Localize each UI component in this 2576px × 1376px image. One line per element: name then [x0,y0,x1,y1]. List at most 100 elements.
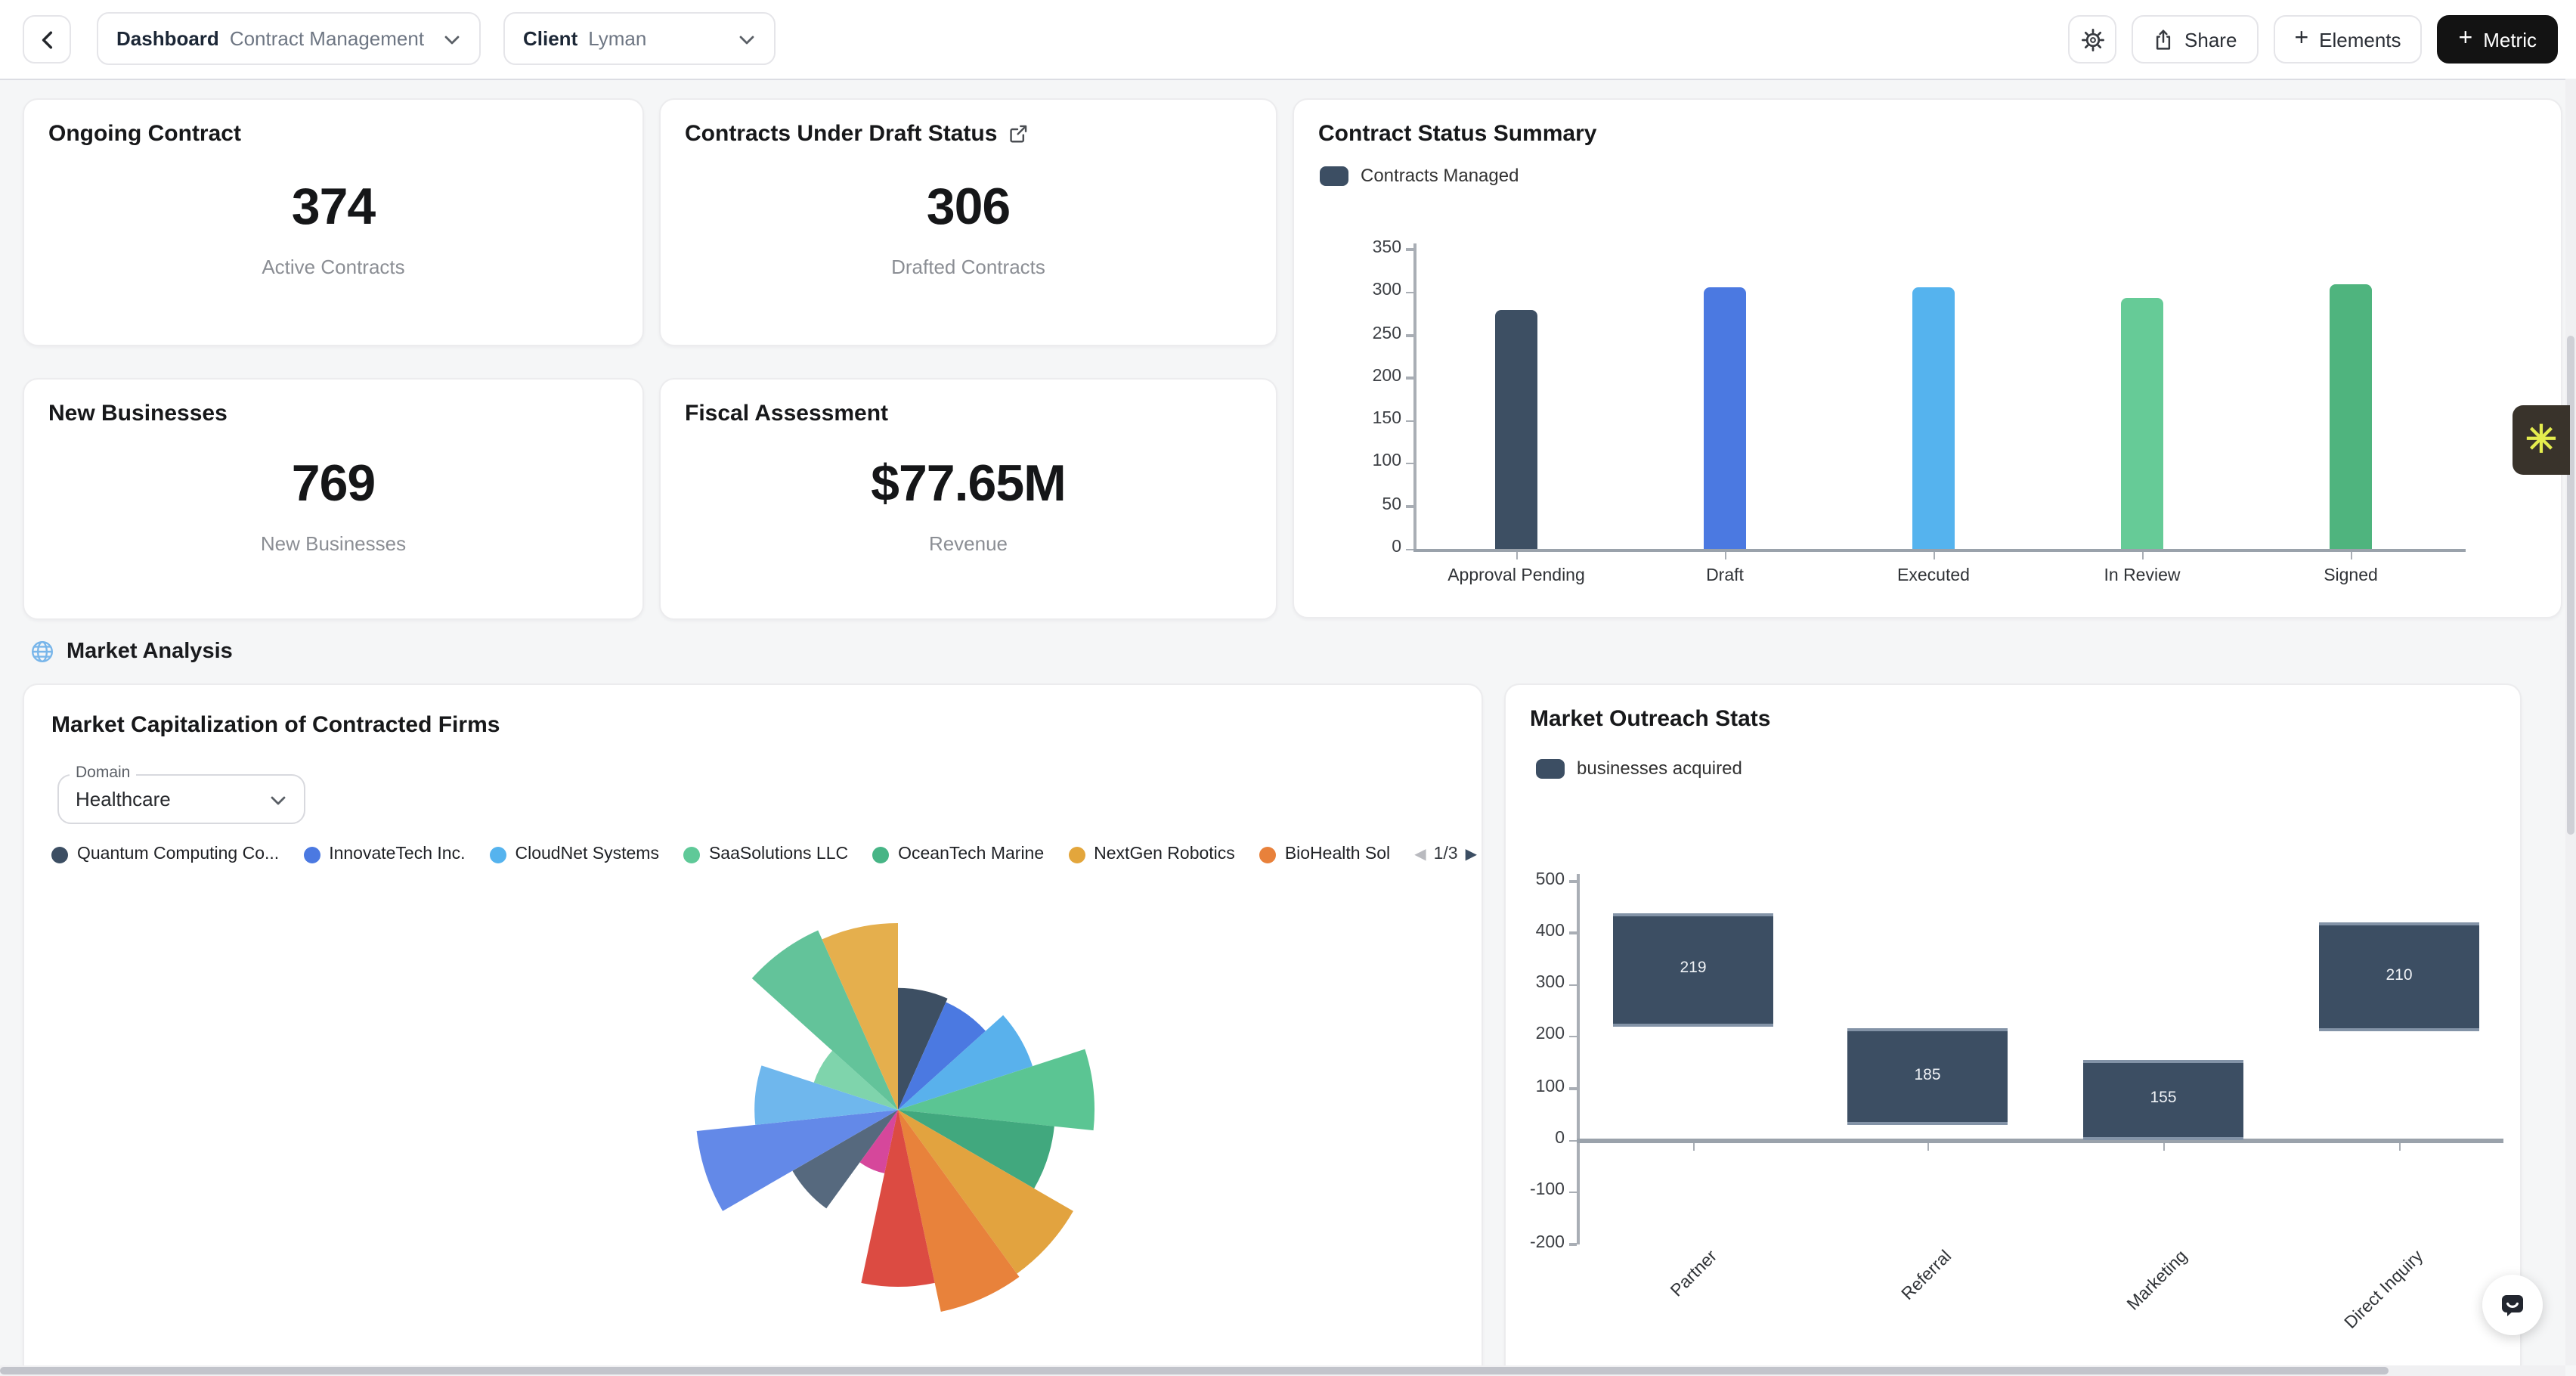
section-market-analysis: Market Analysis [30,640,233,664]
back-button[interactable] [23,15,71,64]
dashboard-main: Ongoing Contract 374 Active Contracts Co… [0,79,2576,1376]
assistant-widget-button[interactable]: ✳ [2513,405,2570,475]
legend-item-saasolutions-llc[interactable]: SaaSolutions LLC [683,845,848,863]
y-tick [1569,1192,1577,1194]
chat-bubble-button[interactable] [2482,1275,2543,1335]
card-contracts-under-draft: Contracts Under Draft Status 306 Drafted… [659,98,1277,346]
y-tick-label: 350 [1350,239,1401,257]
y-tick-label: 200 [1513,1026,1565,1044]
y-tick-label: 400 [1513,922,1565,941]
y-tick [1406,249,1413,251]
vertical-scrollbar [2565,79,2576,1365]
bar-in-review [2121,297,2163,549]
legend-dot [303,846,320,863]
y-tick [1406,463,1413,465]
x-category-label: Partner [1580,1247,1721,1374]
legend-item-label: OceanTech Marine [898,845,1044,863]
y-tick-label: 250 [1350,324,1401,342]
bar-partner: 219 [1613,913,1773,1027]
top-bar: Dashboard Contract Management Client Lym… [0,0,2576,80]
horizontal-scrollbar-thumb[interactable] [0,1367,2389,1374]
dashboard-select-value: Contract Management [230,27,424,50]
topbar-actions: Share + Elements + Metric [2068,15,2558,64]
chart-title: Market Capitalization of Contracted Firm… [51,712,500,738]
client-select[interactable]: Client Lyman [503,12,776,65]
bar-approval-pending [1495,309,1537,549]
chevron-down-icon [443,29,461,48]
y-tick-label: 0 [1350,538,1401,556]
x-category-label: In Review [2036,567,2248,585]
legend-item-biohealth-sol[interactable]: BioHealth Sol [1259,845,1390,863]
external-link-icon[interactable] [1008,124,1027,144]
bar-marketing: 155 [2083,1060,2243,1140]
y-tick-label: 50 [1350,495,1401,513]
outreach-plot: 5004003002001000-100-200219Partner185Ref… [1506,685,2520,1374]
x-axis [1413,549,2466,552]
y-tick [1406,291,1413,293]
add-elements-button[interactable]: + Elements [2273,15,2422,64]
bar-draft [1704,288,1746,549]
y-tick-label: 500 [1513,870,1565,888]
chat-icon [2497,1290,2528,1320]
y-tick [1406,505,1413,507]
add-metric-button[interactable]: + Metric [2438,15,2558,64]
y-tick [1569,932,1577,934]
legend-item-cloudnet-systems[interactable]: CloudNet Systems [490,845,659,863]
legend-item-label: Quantum Computing Co... [77,845,279,863]
x-tick [2398,1143,2401,1151]
y-tick-label: -200 [1513,1233,1565,1251]
x-category-label: Draft [1619,567,1831,585]
elements-button-label: Elements [2319,28,2401,51]
card-contract-status-summary: Contract Status Summary Contracts Manage… [1293,98,2562,618]
x-tick [1692,1143,1695,1151]
legend-item-label: NextGen Robotics [1094,845,1235,863]
chevron-down-icon [738,29,756,48]
legend-item-quantum-computing-co-[interactable]: Quantum Computing Co... [51,845,279,863]
stat-value: 306 [661,178,1276,237]
x-category-label: Referral [1814,1247,1955,1374]
status-summary-plot: 050100150200250300350Approval PendingDra… [1294,100,2561,617]
stat-label: New Businesses [24,532,642,555]
domain-select-label: Domain [70,764,136,782]
metric-button-label: Metric [2483,28,2537,51]
y-axis [1413,243,1416,549]
legend-dot [872,846,889,863]
card-ongoing-contract: Ongoing Contract 374 Active Contracts [23,98,644,346]
y-tick-label: 0 [1513,1130,1565,1148]
card-title: Contracts Under Draft Status [685,121,997,147]
stat-value: 374 [24,178,642,237]
plus-icon: + [2294,26,2308,51]
bar-signed [2330,284,2372,549]
stat-label: Active Contracts [24,256,642,278]
x-tick [1516,552,1518,559]
bar-value-label: 155 [2083,1089,2243,1108]
pagination-prev-icon[interactable]: ◀ [1414,846,1426,863]
card-title: Fiscal Assessment [685,401,888,426]
asterisk-icon: ✳ [2525,417,2557,463]
x-category-label: Executed [1828,567,2039,585]
dashboard-select[interactable]: Dashboard Contract Management [97,12,481,65]
y-tick [1406,420,1413,422]
company-legend: Quantum Computing Co... InnovateTech Inc.… [51,836,1463,872]
x-tick [1724,552,1726,559]
legend-item-oceantech-marine[interactable]: OceanTech Marine [872,845,1044,863]
legend-dot [683,846,700,863]
client-select-value: Lyman [588,27,646,50]
share-button[interactable]: Share [2132,15,2258,64]
zero-axis [1577,1139,2503,1142]
legend-item-label: InnovateTech Inc. [329,845,465,863]
legend-item-innovatetech-inc-[interactable]: InnovateTech Inc. [303,845,465,863]
stat-value: 769 [24,455,642,514]
legend-dot [1068,846,1085,863]
settings-button[interactable] [2068,15,2116,64]
legend-item-nextgen-robotics[interactable]: NextGen Robotics [1068,845,1235,863]
pagination-next-icon[interactable]: ▶ [1466,846,1477,863]
card-title: Ongoing Contract [48,121,241,147]
client-select-label: Client [523,27,577,50]
x-tick [1927,1143,1929,1151]
legend-dot [1259,846,1276,863]
y-tick [1569,880,1577,882]
bar-value-label: 219 [1613,959,1773,978]
bar-executed [1912,287,1955,549]
market-cap-rose-chart [656,868,1140,1352]
